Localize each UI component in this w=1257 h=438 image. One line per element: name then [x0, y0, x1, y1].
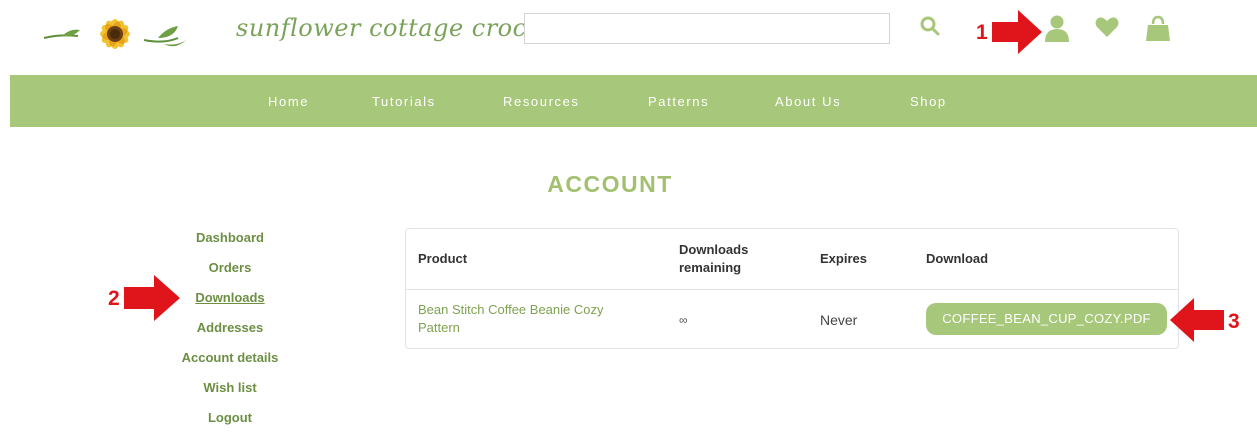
- column-header-download: Download: [926, 251, 989, 266]
- search-input[interactable]: [524, 13, 890, 44]
- column-header-expires: Expires: [820, 251, 867, 266]
- account-nav-logout[interactable]: Logout: [160, 408, 300, 438]
- site-name: sunflower cottage crochet: [236, 14, 568, 42]
- user-icon[interactable]: [1044, 14, 1070, 47]
- account-nav-dashboard[interactable]: Dashboard: [160, 228, 300, 258]
- heart-icon[interactable]: [1095, 16, 1119, 43]
- download-file-button[interactable]: COFFEE_BEAN_CUP_COZY.PDF: [926, 303, 1167, 335]
- nav-patterns[interactable]: Patterns: [648, 94, 709, 109]
- column-header-product: Product: [418, 251, 468, 266]
- downloads-remaining-value: ∞: [679, 313, 688, 327]
- annotation-number-2: 2: [108, 287, 120, 310]
- account-nav-account-details[interactable]: Account details: [160, 348, 300, 378]
- account-nav: Dashboard Orders Downloads Addresses Acc…: [160, 228, 300, 438]
- expires-value: Never: [820, 312, 858, 328]
- nav-about-us[interactable]: About Us: [775, 94, 841, 109]
- product-link[interactable]: Bean Stitch Coffee Beanie Cozy Pattern: [418, 301, 648, 337]
- annotation-number-3: 3: [1228, 310, 1240, 333]
- annotation-number-1: 1: [976, 21, 988, 44]
- nav-tutorials[interactable]: Tutorials: [372, 94, 436, 109]
- downloads-table: Product Downloads remaining Expires Down…: [405, 228, 1179, 349]
- annotation-arrow-right-icon: [124, 275, 180, 321]
- main-nav: Home Tutorials Resources Patterns About …: [10, 75, 1257, 127]
- shopping-bag-icon[interactable]: [1145, 14, 1171, 47]
- nav-resources[interactable]: Resources: [503, 94, 580, 109]
- nav-home[interactable]: Home: [268, 94, 309, 109]
- column-header-downloads-remaining: Downloads remaining: [679, 242, 749, 275]
- page-title: ACCOUNT: [547, 171, 673, 197]
- sunflower-logo-icon: [43, 19, 186, 49]
- site-logo[interactable]: sunflower cottage crochet: [40, 6, 567, 54]
- annotation-arrow-left-icon: [1170, 298, 1224, 342]
- search-icon[interactable]: [919, 15, 941, 42]
- annotation-arrow-right-icon: [992, 10, 1042, 54]
- account-nav-wish-list[interactable]: Wish list: [160, 378, 300, 408]
- nav-shop[interactable]: Shop: [910, 94, 947, 109]
- table-divider: [406, 289, 1178, 290]
